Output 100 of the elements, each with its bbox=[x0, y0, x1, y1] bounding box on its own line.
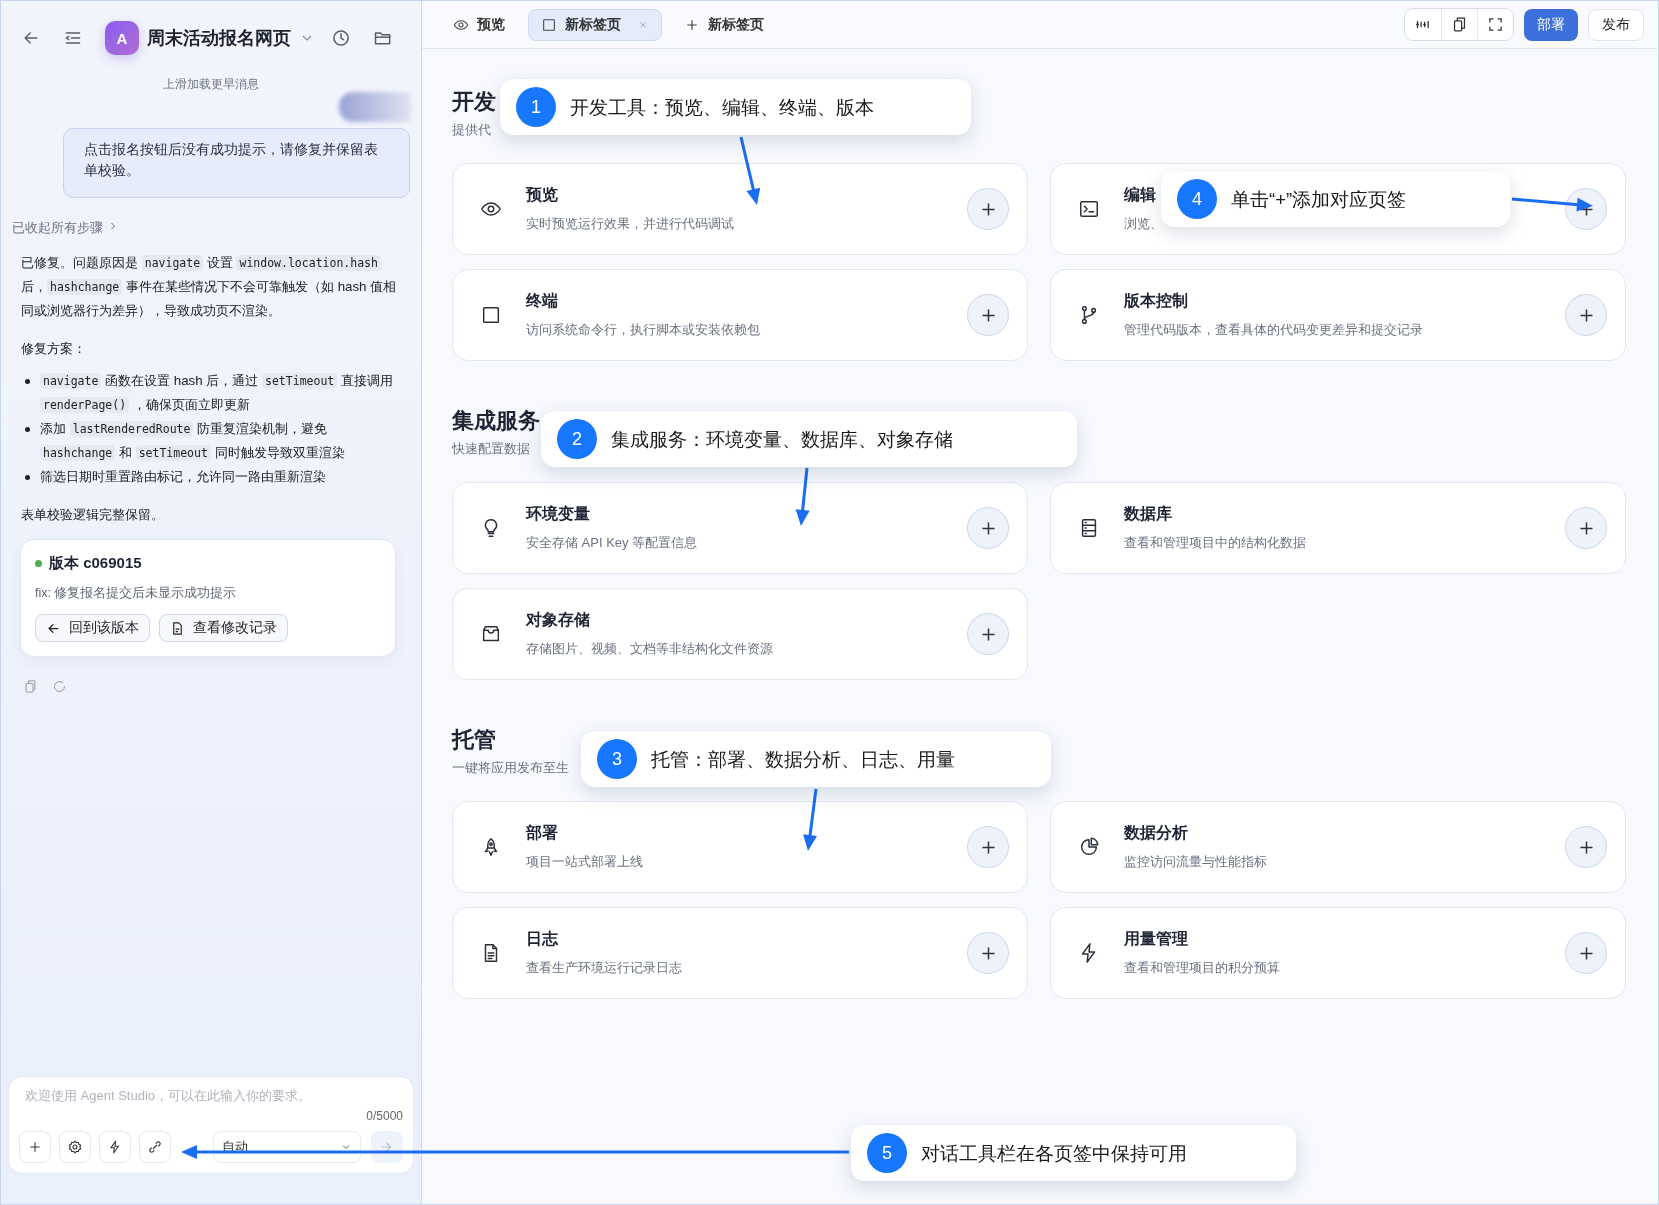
user-message: 点击报名按钮后没有成功提示，请修复并保留表单校验。 bbox=[63, 128, 410, 198]
card-title: 用量管理 bbox=[1124, 929, 1188, 949]
card-title: 部署 bbox=[526, 823, 558, 843]
link-button[interactable] bbox=[139, 1131, 171, 1163]
plus-icon bbox=[27, 1139, 43, 1155]
section-title: 开发 bbox=[452, 88, 496, 116]
section-subtitle: 提供代 bbox=[452, 122, 491, 139]
reply-paragraph: 已修复。问题原因是 navigate 设置 window.location.hash 后， hashchange 事件在某些情况下不会可靠触发（如 hash 值相同或浏览器行为差异），导致成功页不渲染。 bbox=[21, 254, 398, 320]
history-icon[interactable] bbox=[331, 28, 351, 48]
reply-paragraph: 表单校验逻辑完整保留。 bbox=[21, 506, 165, 524]
section-subtitle: 一键将应用发布至生 bbox=[452, 760, 569, 777]
tab[interactable]: 预览 bbox=[446, 8, 512, 41]
steps-toggle[interactable]: 已收起所有步骤 bbox=[12, 220, 103, 237]
tool-card[interactable]: 对象存储 存储图片、视频、文档等非结构化文件资源 bbox=[452, 588, 1028, 680]
terminal-icon bbox=[1078, 198, 1100, 220]
revert-version-button[interactable]: 回到该版本 bbox=[35, 614, 150, 642]
step-number: 1 bbox=[516, 87, 556, 127]
card-description: 实时预览运行效果，并进行代码调试 bbox=[526, 215, 734, 233]
plus-icon bbox=[1579, 840, 1593, 854]
plus-icon bbox=[1579, 308, 1593, 322]
card-title: 预览 bbox=[526, 185, 558, 205]
refresh-icon[interactable] bbox=[52, 679, 67, 694]
card-title: 日志 bbox=[526, 929, 558, 949]
view-changes-button[interactable]: 查看修改记录 bbox=[159, 614, 288, 642]
bullet-icon bbox=[25, 379, 30, 384]
callout-text: 托管：部署、数据分析、日志、用量 bbox=[651, 747, 955, 772]
plus-icon bbox=[1579, 946, 1593, 960]
load-earlier-messages[interactable]: 上滑加载更早消息 bbox=[1, 77, 421, 92]
tool-card[interactable]: 终端 访问系统命令行，执行脚本或安装依赖包 bbox=[452, 269, 1028, 361]
avatar-placeholder bbox=[339, 92, 411, 122]
tool-card[interactable]: 数据分析 监控访问流量与性能指标 bbox=[1050, 801, 1626, 893]
reply-paragraph: 修复方案： bbox=[21, 340, 87, 358]
card-title: 编辑 bbox=[1124, 185, 1156, 205]
pie-chart-icon bbox=[1078, 836, 1100, 858]
plus-icon bbox=[981, 946, 995, 960]
tool-card[interactable]: 用量管理 查看和管理项目的积分预算 bbox=[1050, 907, 1626, 999]
project-avatar: A bbox=[105, 21, 139, 55]
tool-card[interactable]: 日志 查看生产环境运行记录日志 bbox=[452, 907, 1028, 999]
callout-text: 对话工具栏在各页签中保持可用 bbox=[921, 1141, 1187, 1166]
message-input[interactable]: 欢迎使用 Agent Studio，可以在此输入你的要求。 bbox=[19, 1087, 403, 1109]
card-description: 查看生产环境运行记录日志 bbox=[526, 959, 682, 977]
fullscreen-button[interactable] bbox=[1477, 9, 1513, 40]
callout-arrow bbox=[795, 467, 810, 526]
character-counter: 0/5000 bbox=[365, 1109, 403, 1123]
step-number: 5 bbox=[867, 1133, 907, 1173]
card-title: 版本控制 bbox=[1124, 291, 1188, 311]
bullet-icon bbox=[25, 427, 30, 432]
plus-icon bbox=[981, 627, 995, 641]
card-description: 监控访问流量与性能指标 bbox=[1124, 853, 1267, 871]
tab[interactable]: 新标签页 bbox=[528, 8, 662, 41]
tool-card[interactable]: 数据库 查看和管理项目中的结构化数据 bbox=[1050, 482, 1626, 574]
card-title: 数据库 bbox=[1124, 504, 1172, 524]
fullscreen-icon bbox=[1487, 16, 1504, 33]
settings-icon bbox=[67, 1139, 83, 1155]
card-description: 浏览、 bbox=[1124, 215, 1163, 233]
card-title: 数据分析 bbox=[1124, 823, 1188, 843]
card-description: 访问系统命令行，执行脚本或安装依赖包 bbox=[526, 321, 760, 339]
add-tab-button[interactable] bbox=[1565, 188, 1607, 230]
callout-arrow bbox=[739, 136, 761, 205]
card-description: 查看和管理项目中的结构化数据 bbox=[1124, 534, 1306, 552]
plus-icon bbox=[981, 202, 995, 216]
plus-icon bbox=[981, 521, 995, 535]
link-icon bbox=[147, 1139, 163, 1155]
deploy-button[interactable]: 部署 bbox=[1524, 8, 1578, 41]
list-item: navigate 函数在设置 hash 后，通过 setTimeout 直接调用 renderPage() ，确保页面立即更新 bbox=[40, 369, 399, 417]
copy-icon[interactable] bbox=[23, 679, 38, 694]
plus-icon bbox=[981, 840, 995, 854]
tool-card[interactable]: 环境变量 安全存储 API Key 等配置信息 bbox=[452, 482, 1028, 574]
bullet-icon bbox=[25, 475, 30, 480]
new-tab-button[interactable]: 新标签页 bbox=[678, 14, 770, 35]
list-item: 添加 lastRenderedRoute 防重复渲染机制，避免 hashchange 和 setTimeout 同时触发导致双重渲染 bbox=[40, 420, 346, 463]
list-item: 筛选日期时重置路由标记，允许同一路由重新渲染 bbox=[40, 468, 327, 486]
version-title: 版本 c069015 bbox=[49, 554, 142, 573]
card-description: 管理代码版本，查看具体的代码变更差异和提交记录 bbox=[1124, 321, 1423, 339]
copy-icon bbox=[1451, 16, 1468, 33]
section-title: 托管 bbox=[452, 726, 496, 754]
commit-message: fix: 修复报名提交后未显示成功提示 bbox=[35, 585, 238, 602]
section-title: 集成服务 bbox=[452, 407, 540, 435]
tool-card[interactable]: 部署 项目一站式部署上线 bbox=[452, 801, 1028, 893]
card-description: 查看和管理项目的积分预算 bbox=[1124, 959, 1280, 977]
tool-card[interactable]: 预览 实时预览运行效果，并进行代码调试 bbox=[452, 163, 1028, 255]
lightning-button[interactable] bbox=[99, 1131, 131, 1163]
callout-text: 开发工具：预览、编辑、终端、版本 bbox=[570, 95, 874, 120]
step-number: 2 bbox=[557, 419, 597, 459]
square-icon bbox=[541, 16, 557, 33]
callout-text: 集成服务：环境变量、数据库、对象存储 bbox=[611, 427, 953, 452]
document-icon bbox=[170, 620, 185, 636]
tool-card[interactable]: 版本控制 管理代码版本，查看具体的代码变更差异和提交记录 bbox=[1050, 269, 1626, 361]
project-title[interactable]: 周末活动报名网页 bbox=[147, 26, 291, 50]
card-description: 安全存储 API Key 等配置信息 bbox=[526, 534, 698, 552]
plus-icon bbox=[1579, 521, 1593, 535]
section-subtitle: 快速配置数据 bbox=[452, 441, 530, 458]
card-title: 环境变量 bbox=[526, 504, 590, 524]
settings-button[interactable] bbox=[59, 1131, 91, 1163]
step-number: 4 bbox=[1177, 179, 1217, 219]
square-icon bbox=[480, 304, 502, 326]
callout-arrow bbox=[803, 788, 818, 851]
card-title: 终端 bbox=[526, 291, 558, 311]
add-button[interactable] bbox=[19, 1131, 51, 1163]
publish-button[interactable]: 发布 bbox=[1588, 8, 1644, 41]
